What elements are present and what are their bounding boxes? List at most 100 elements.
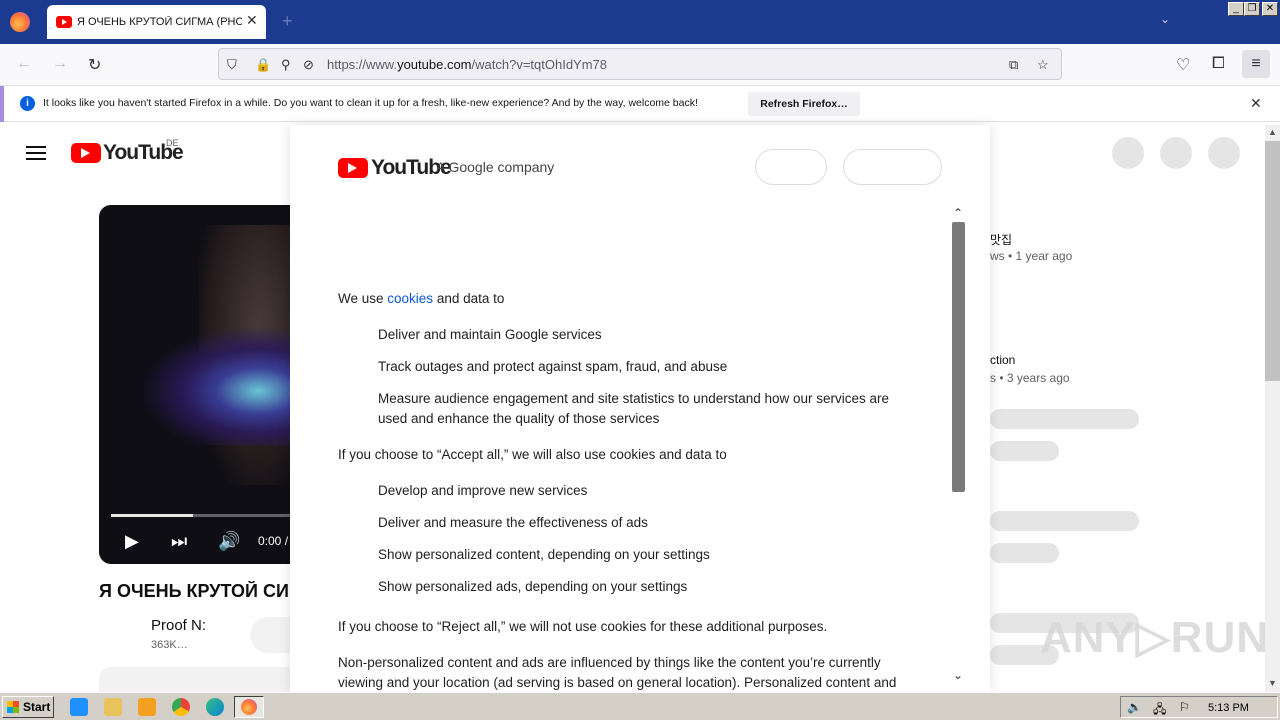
related-video-title[interactable]: ction: [990, 353, 1015, 367]
firefox-taskbar-button[interactable]: [234, 696, 264, 718]
chevron-down-icon[interactable]: ⌄: [1160, 12, 1170, 26]
extensions-icon[interactable]: ⧠: [1212, 55, 1225, 73]
notifications-button-placeholder[interactable]: [1160, 137, 1192, 169]
clock: 5:13 PM: [1208, 702, 1249, 714]
hamburger-menu-icon[interactable]: [26, 146, 46, 160]
pocket-icon[interactable]: ♡: [1176, 55, 1190, 75]
bookmark-star-icon[interactable]: ☆: [1037, 57, 1049, 73]
list-item: Measure audience engagement and site sta…: [378, 391, 890, 426]
time-display: 0:00 /: [258, 534, 289, 548]
minimize-button[interactable]: _: [1228, 2, 1244, 16]
related-video-title[interactable]: 맛집: [990, 231, 1012, 248]
description-box[interactable]: [99, 667, 299, 692]
list-item: Deliver and maintain Google services: [378, 327, 602, 342]
scroll-down-icon[interactable]: ▼: [1268, 678, 1277, 688]
loading-skeleton: [990, 511, 1139, 531]
start-label: Start: [23, 700, 51, 714]
maximize-button[interactable]: ❐: [1244, 2, 1260, 16]
permissions-icon[interactable]: ⚲: [281, 57, 291, 73]
video-frame-glow: [139, 325, 299, 445]
language-button[interactable]: [755, 149, 827, 185]
notification-text: It looks like you haven't started Firefo…: [43, 97, 698, 109]
create-button-placeholder[interactable]: [1112, 137, 1144, 169]
browser-tab-bar: Я ОЧЕНЬ КРУТОЙ СИГМА (PHONK ✕ + ⌄ _ ❐ ✕: [0, 0, 1280, 44]
taskbar: Start 🔈 🖧 ⚐ 5:13 PM: [0, 692, 1280, 720]
dialog-company-text: A Google company: [436, 159, 555, 175]
list-item: Develop and improve new services: [378, 483, 588, 498]
info-icon: i: [20, 96, 35, 111]
youtube-favicon-icon: [56, 16, 72, 28]
new-tab-button[interactable]: +: [282, 11, 293, 32]
file-explorer-icon[interactable]: [104, 698, 122, 716]
channel-subscribers: 363K…: [151, 639, 188, 651]
menu-icon[interactable]: ≡: [1242, 50, 1270, 78]
firefox-icon: [241, 699, 257, 715]
progress-bar[interactable]: [111, 514, 299, 517]
page-scrollbar-thumb[interactable]: [1265, 141, 1280, 381]
speaker-icon[interactable]: 🔈: [1127, 700, 1142, 714]
firefox-icon[interactable]: [10, 12, 30, 32]
flag-icon[interactable]: ⚐: [1179, 700, 1190, 714]
list-item: Show personalized content, depending on …: [378, 547, 710, 562]
tab-close-button[interactable]: ✕: [246, 12, 258, 29]
windows-logo-icon: [7, 701, 19, 713]
tab-title: Я ОЧЕНЬ КРУТОЙ СИГМА (PHONK: [77, 16, 242, 28]
lock-icon[interactable]: 🔒: [255, 57, 271, 73]
network-icon[interactable]: 🖧: [1153, 700, 1166, 720]
country-code: DE: [166, 138, 179, 148]
notification-bar: i It looks like you haven't started Fire…: [0, 86, 1280, 122]
progress-buffered: [111, 514, 193, 517]
list-item: Deliver and measure the effectiveness of…: [378, 515, 648, 530]
shield-icon[interactable]: ⛉: [227, 57, 237, 73]
url-text[interactable]: https://www.youtube.com/watch?v=tqtOhIdY…: [327, 57, 607, 72]
related-video-meta: ws • 1 year ago: [990, 249, 1073, 263]
system-tray: 🔈 🖧 ⚐: [1120, 696, 1278, 718]
intro-text: We use: [338, 291, 388, 306]
related-video-meta: s • 3 years ago: [990, 371, 1070, 385]
nonpersonalized-paragraph: Non-personalized content and ads are inf…: [338, 655, 897, 690]
youtube-logo-icon: [338, 158, 368, 178]
url-bar[interactable]: ⛉ 🔒 ⚲ ⊘ https://www.youtube.com/watch?v=…: [218, 48, 1062, 80]
notification-accent: [0, 86, 4, 122]
loading-skeleton: [990, 543, 1059, 563]
media-player-icon[interactable]: [138, 698, 156, 716]
reject-all-paragraph: If you choose to “Reject all,” we will n…: [338, 619, 828, 634]
forward-arrow-icon[interactable]: →: [52, 55, 68, 73]
volume-icon[interactable]: 🔊: [218, 531, 240, 552]
chevron-up-icon[interactable]: ⌃: [953, 206, 963, 220]
video-player[interactable]: ▶ ⏭ 🔊 0:00 /: [99, 205, 299, 564]
play-icon[interactable]: ▶: [125, 531, 139, 552]
start-button[interactable]: Start: [2, 696, 54, 718]
notification-close-button[interactable]: ✕: [1250, 95, 1262, 112]
close-window-button[interactable]: ✕: [1262, 2, 1278, 16]
autoplay-blocked-icon[interactable]: ⊘: [303, 57, 314, 73]
video-title: Я ОЧЕНЬ КРУТОЙ СИ: [99, 581, 289, 601]
cookies-link[interactable]: cookies: [387, 291, 433, 306]
next-icon[interactable]: ⏭: [171, 531, 187, 552]
sign-in-button[interactable]: [843, 149, 942, 185]
back-arrow-icon[interactable]: ←: [16, 55, 32, 73]
reload-icon[interactable]: ↻: [88, 55, 101, 75]
avatar[interactable]: [1208, 137, 1240, 169]
edge-icon[interactable]: [206, 698, 224, 716]
tab-youtube[interactable]: Я ОЧЕНЬ КРУТОЙ СИГМА (PHONK ✕: [47, 5, 266, 39]
accept-all-paragraph: If you choose to “Accept all,” we will a…: [338, 447, 727, 462]
refresh-firefox-button[interactable]: Refresh Firefox…: [748, 92, 860, 116]
chrome-icon[interactable]: [172, 698, 190, 716]
intro-text-end: and data to: [433, 291, 505, 306]
internet-explorer-icon[interactable]: [70, 698, 88, 716]
channel-name[interactable]: Proof N:: [151, 617, 211, 634]
list-item: Track outages and protect against spam, …: [378, 359, 728, 374]
cookie-consent-dialog: YouTube A Google company We use cookies …: [290, 125, 990, 692]
url-domain: youtube.com: [397, 57, 472, 72]
chevron-down-icon[interactable]: ⌄: [953, 668, 963, 682]
url-path: /watch?v=tqtOhIdYm78: [471, 57, 608, 72]
anyrun-watermark: ANY▷RUN: [1040, 613, 1270, 662]
url-prefix: https://www.: [327, 57, 398, 72]
loading-skeleton: [990, 409, 1139, 429]
dialog-scrollbar-thumb[interactable]: [952, 222, 965, 492]
list-item: Show personalized ads, depending on your…: [378, 579, 688, 594]
scroll-up-icon[interactable]: ▲: [1268, 127, 1277, 137]
picture-in-picture-icon[interactable]: ⧉: [1009, 57, 1018, 73]
youtube-logo-icon[interactable]: [71, 143, 101, 163]
